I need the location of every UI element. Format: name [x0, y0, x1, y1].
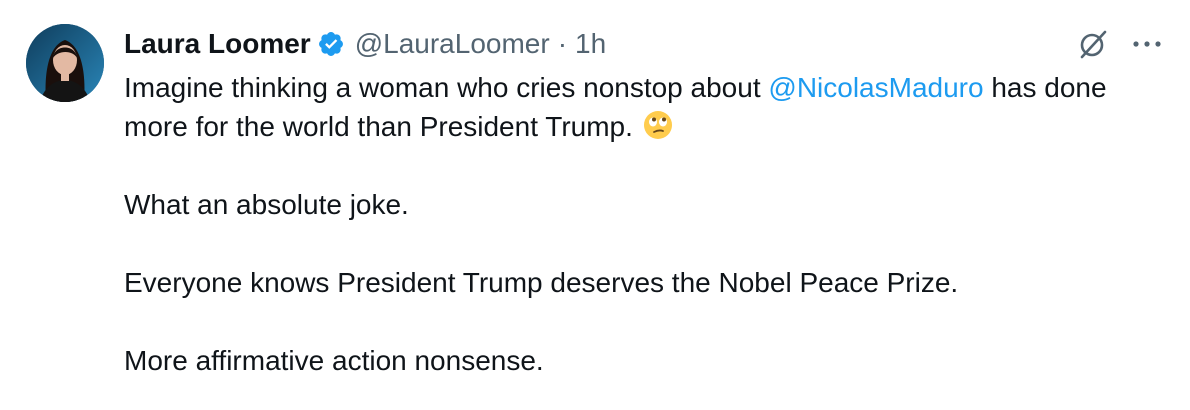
mention-link[interactable]: @NicolasMaduro: [768, 72, 983, 103]
tweet-paragraph-3: Everyone knows President Trump deserves …: [124, 267, 959, 298]
author-name[interactable]: Laura Loomer: [124, 28, 311, 60]
avatar[interactable]: [26, 24, 104, 102]
tweet-paragraph-1: Imagine thinking a woman who cries nonst…: [124, 68, 1154, 146]
tweet: Laura Loomer @LauraLoomer · 1h Imagine t…: [0, 0, 1190, 410]
tweet-paragraph-2: What an absolute joke.: [124, 189, 409, 220]
avatar-image: [26, 24, 104, 102]
grok-icon[interactable]: [1076, 27, 1110, 61]
separator-dot: ·: [557, 28, 568, 59]
verified-badge-icon[interactable]: [317, 30, 345, 58]
tweet-text: Imagine thinking a woman who cries nonst…: [124, 68, 1154, 380]
more-options-icon[interactable]: [1132, 39, 1162, 49]
tweet-header: Laura Loomer @LauraLoomer · 1h: [124, 24, 606, 64]
tweet-actions: [1076, 24, 1162, 64]
author-handle[interactable]: @LauraLoomer: [355, 28, 550, 60]
tweet-paragraph-4: More affirmative action nonsense.: [124, 345, 544, 376]
face-with-rolling-eyes-emoji: [643, 110, 673, 140]
tweet-text-part: Imagine thinking a woman who cries nonst…: [124, 72, 769, 103]
timestamp[interactable]: 1h: [575, 28, 606, 60]
